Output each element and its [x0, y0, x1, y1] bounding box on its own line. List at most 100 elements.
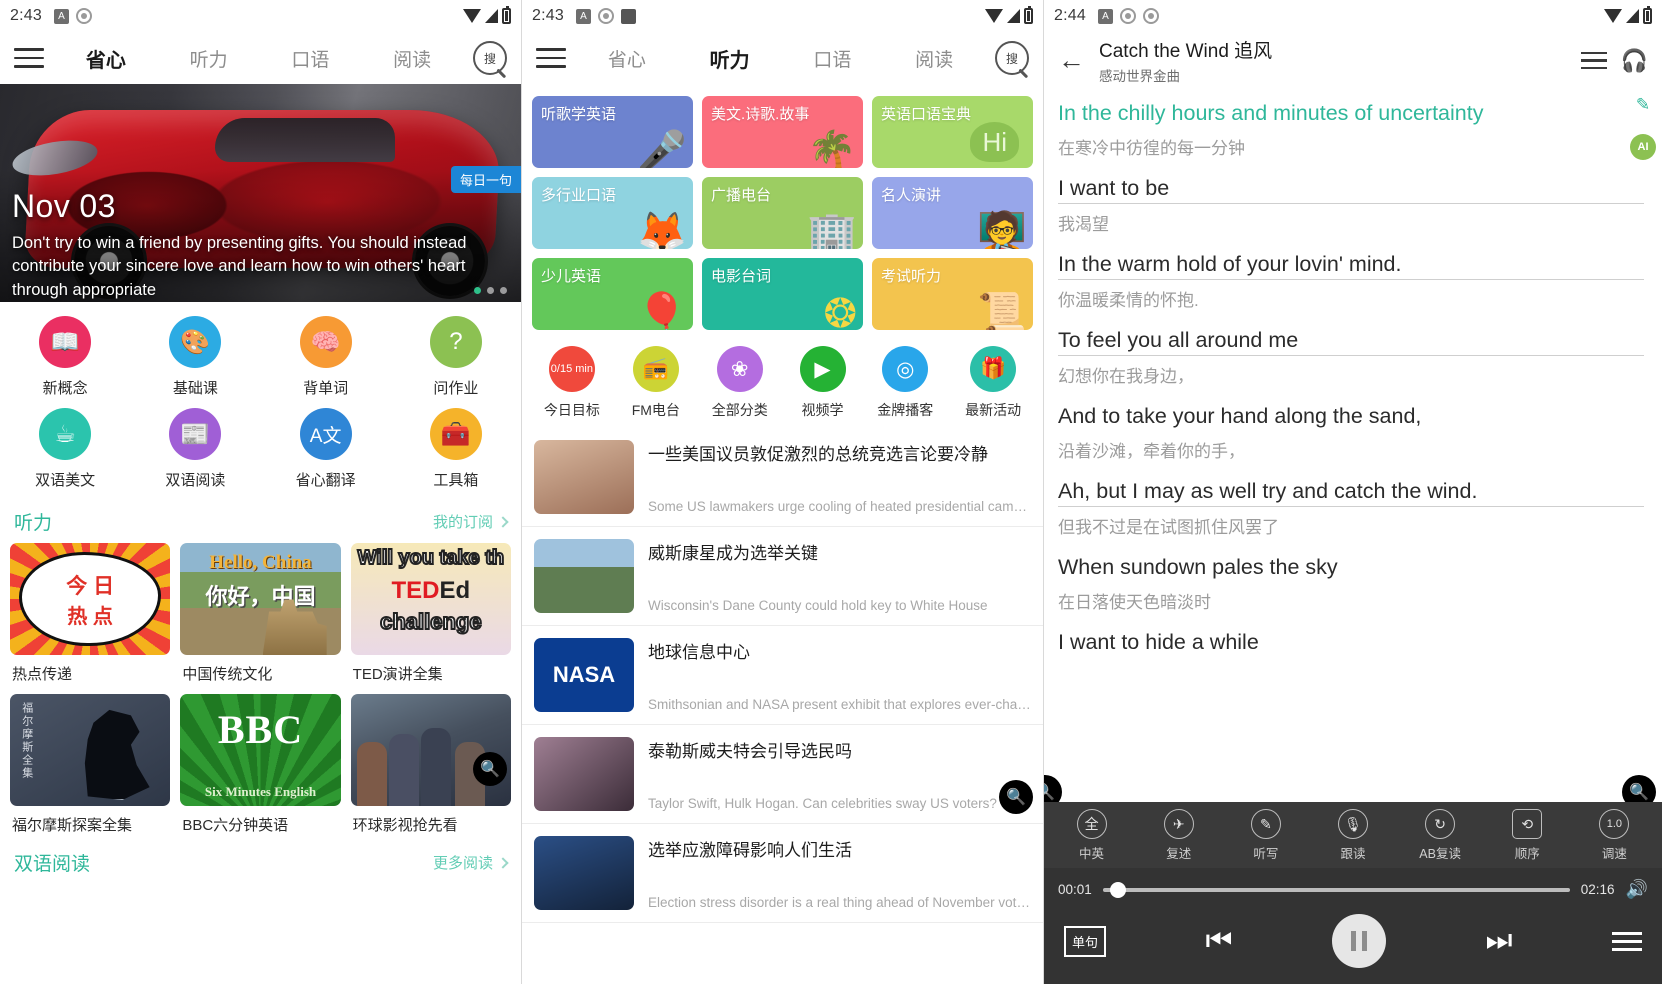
menu-icon[interactable] [14, 48, 44, 68]
tab-kouyu[interactable]: 口语 [291, 45, 329, 72]
section-more-link[interactable]: 更多阅读 [433, 852, 509, 873]
quick-action-video[interactable]: ▶ 视频学 [799, 346, 846, 420]
playlist-icon[interactable] [1580, 51, 1607, 70]
tool-label: 跟读 [1340, 847, 1366, 861]
carousel-dots[interactable] [474, 287, 507, 294]
news-item[interactable]: 一些美国议员敦促激烈的总统竞选言论要冷静 Some US lawmakers u… [522, 428, 1043, 527]
quick-action-fm[interactable]: 📻 FM电台 [632, 346, 680, 420]
lyric-line[interactable]: And to take your hand along the sand, 沿着… [1058, 402, 1644, 462]
daily-quote-banner[interactable]: 每日一句 Nov 03 Don't try to win a friend by… [0, 84, 521, 302]
video-icon: ▶ [799, 346, 846, 392]
lyric-line[interactable]: I want to be 我渴望 [1058, 174, 1644, 235]
tab-tingli[interactable]: 听力 [190, 45, 228, 72]
zoom-icon[interactable]: 🔍 [999, 780, 1033, 814]
menu-icon[interactable] [1611, 931, 1642, 951]
tile-industry-spoken[interactable]: 多行业口语 🦊 [532, 177, 693, 249]
tool-ab-repeat[interactable]: ↻ AB复读 [1409, 809, 1471, 862]
quick-entry-shuangyuyuedu[interactable]: 📰 双语阅读 [130, 408, 260, 490]
wisconsin-thumb [534, 539, 634, 613]
listening-card[interactable]: 今 日 热 点 热点传递 [10, 543, 171, 684]
coffee-icon: ☕ [39, 408, 92, 460]
lyric-line[interactable]: I want to hide a while [1058, 628, 1644, 657]
search-icon[interactable]: 搜 [995, 41, 1029, 75]
nasa-thumb: NASA [534, 638, 634, 712]
quick-action-label: 视频学 [801, 402, 844, 418]
lyric-cn: 在寒冷中彷徨的每一分钟 [1058, 139, 1245, 159]
quick-action-daily-goal[interactable]: 0/15 min 今日目标 [544, 346, 600, 420]
tile-radio-station[interactable]: 广播电台 🏢 [702, 177, 863, 249]
tile-song-english[interactable]: 听歌学英语 🎤 [532, 96, 693, 168]
lyric-line[interactable]: When sundown pales the sky 在日落使天色暗淡时 [1058, 553, 1644, 613]
ted-logo: TED [391, 577, 440, 604]
tile-movie-lines[interactable]: 电影台词 ❂ [702, 258, 863, 330]
pause-icon[interactable] [1331, 914, 1386, 968]
status-notification-icons: A [53, 8, 92, 24]
seek-knob[interactable] [1109, 881, 1126, 898]
tool-order[interactable]: ⟲ 顺序 [1496, 809, 1558, 862]
listening-card[interactable]: Will you take th TEDEd challenge TED演讲全集 [350, 543, 511, 684]
tab-shengxin[interactable]: 省心 [86, 44, 126, 73]
lyric-line[interactable]: To feel you all around me 幻想你在我身边， [1058, 326, 1644, 387]
news-item[interactable]: NASA 地球信息中心 Smithsonian and NASA present… [522, 626, 1043, 725]
quick-entry-shuangyumeiwen[interactable]: ☕ 双语美文 [0, 408, 130, 490]
tile-kids-english[interactable]: 少儿英语 🎈 [532, 258, 693, 330]
volume-icon[interactable]: 🔊 [1626, 879, 1648, 900]
quick-action-categories[interactable]: ❀ 全部分类 [712, 346, 768, 420]
next-icon[interactable]: ⏭ [1485, 926, 1512, 956]
tab-yuedu[interactable]: 阅读 [915, 45, 953, 72]
highlighter-icon[interactable]: ✎ [1630, 92, 1656, 118]
tab-shengxin[interactable]: 省心 [608, 45, 646, 72]
news-item[interactable]: 威斯康星成为选举关键 Wisconsin's Dane County could… [522, 527, 1043, 626]
quick-action-podcast[interactable]: ◎ 金牌播客 [877, 346, 933, 420]
listening-card[interactable]: 🔍 环球影视抢先看 [350, 694, 511, 835]
tab-tingli[interactable]: 听力 [710, 44, 750, 73]
zoom-icon[interactable]: 🔍 [472, 752, 507, 786]
quick-action-row: 0/15 min 今日目标 📻 FM电台 ❀ 全部分类 ▶ 视频学 ◎ 金牌播客 [522, 336, 1043, 428]
quick-entry-xingainian[interactable]: 📖 新概念 [0, 316, 130, 398]
tile-label: 广播电台 [711, 187, 772, 204]
previous-icon[interactable]: ⏮ [1206, 926, 1233, 956]
headphone-icon[interactable]: 🎧 [1621, 48, 1648, 74]
quick-entry-wenzuoye[interactable]: ? 问作业 [391, 316, 521, 398]
lyric-en: I want to be [1058, 174, 1644, 205]
tool-retell[interactable]: ✈ 复述 [1148, 809, 1210, 862]
lyric-line[interactable]: In the warm hold of your lovin' mind. 你温… [1058, 250, 1644, 311]
tile-spoken-english[interactable]: 英语口语宝典 Hi [872, 96, 1033, 168]
lyrics-container[interactable]: In the chilly hours and minutes of uncer… [1044, 95, 1662, 795]
news-item[interactable]: 泰勒斯威夫特会引导选民吗 Taylor Swift, Hulk Hogan. C… [522, 725, 1043, 824]
tab-yuedu[interactable]: 阅读 [393, 45, 431, 72]
quick-entry-fanyi[interactable]: A文 省心翻译 [261, 408, 391, 490]
section-more-link[interactable]: 我的订阅 [433, 511, 509, 532]
listening-card[interactable]: 福尔摩斯全集 福尔摩斯探案全集 [10, 694, 171, 835]
app-notify-icon: A [575, 8, 591, 24]
listening-card[interactable]: Hello, China 你好，中国 中国传统文化 [180, 543, 341, 684]
quick-entry-label: 基础课 [172, 380, 218, 397]
tool-follow-read[interactable]: 🎙 跟读 [1322, 809, 1384, 862]
tool-dictation[interactable]: ✎ 听写 [1235, 809, 1297, 862]
tile-exam-listening[interactable]: 考试听力 📜 [872, 258, 1033, 330]
tool-speed[interactable]: 1.0 调速 [1583, 809, 1645, 862]
quick-entry-beidanci[interactable]: 🧠 背单词 [261, 316, 391, 398]
tool-bilingual[interactable]: 全 中英 [1061, 809, 1123, 862]
quick-entry-jichuke[interactable]: 🎨 基础课 [130, 316, 260, 398]
listening-card[interactable]: BBC Six Minutes English BBC六分钟英语 [180, 694, 341, 835]
quick-action-events[interactable]: 🎁 最新活动 [965, 346, 1021, 420]
tile-famous-speech[interactable]: 名人演讲 🧑‍🏫 [872, 177, 1033, 249]
repeat-mode-button[interactable]: 单句 [1064, 925, 1107, 957]
thumb-vertical-text: 福尔摩斯全集 [20, 702, 33, 780]
quick-entry-gongjuxiang[interactable]: 🧰 工具箱 [391, 408, 521, 490]
back-icon[interactable]: ← [1058, 47, 1085, 74]
lyric-line[interactable]: In the chilly hours and minutes of uncer… [1058, 99, 1644, 159]
news-item[interactable]: 选举应激障碍影响人们生活 Election stress disorder is… [522, 824, 1043, 923]
ai-lightbulb-icon[interactable]: AI [1630, 134, 1656, 160]
study-tools-row: 全 中英 ✈ 复述 ✎ 听写 🎙 跟读 ↻ AB复读 ⟲ 顺序 1.0 调速 [1044, 802, 1662, 868]
lyric-line[interactable]: Ah, but I may as well try and catch the … [1058, 477, 1644, 538]
search-icon[interactable]: 搜 [473, 41, 507, 75]
palette-icon: 🎨 [169, 316, 222, 368]
tab-kouyu[interactable]: 口语 [813, 45, 851, 72]
battery-icon [502, 6, 511, 24]
menu-icon[interactable] [536, 48, 566, 68]
seek-slider[interactable] [1102, 881, 1570, 898]
tile-prose-poetry[interactable]: 美文.诗歌.故事 🌴 [702, 96, 863, 168]
lyric-en: In the warm hold of your lovin' mind. [1058, 250, 1644, 281]
